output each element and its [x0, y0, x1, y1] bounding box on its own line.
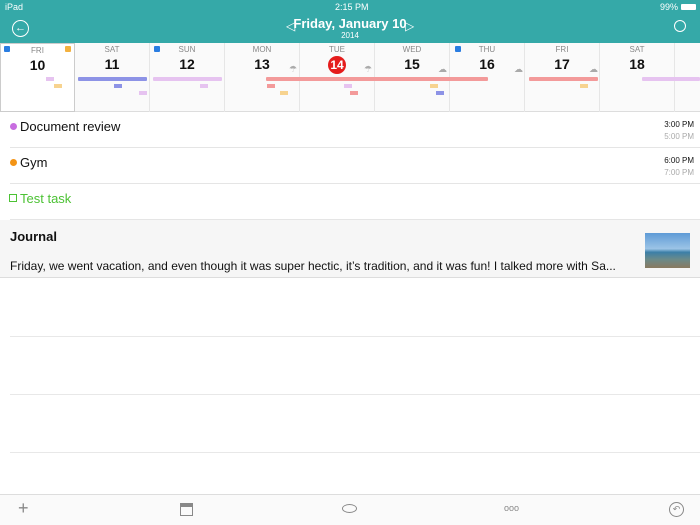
event-chip: [267, 84, 275, 88]
day-number: 11: [104, 56, 120, 72]
calendar-marker-icon: [154, 46, 160, 52]
calendar-marker-icon: [455, 46, 461, 52]
day-name: TUE: [329, 45, 345, 54]
event-title: Gym: [20, 155, 48, 170]
event-chip: [200, 84, 208, 88]
task-title: Test task: [20, 191, 72, 206]
day-name: WED: [402, 45, 422, 54]
event-chip: [280, 91, 288, 95]
next-day-icon[interactable]: ▷: [405, 19, 414, 33]
weather-rain-icon: ☂: [289, 64, 298, 74]
battery-label: 99%: [659, 2, 678, 12]
search-icon[interactable]: [674, 20, 686, 32]
weather-rain-icon: ☂: [364, 64, 373, 74]
eye-icon[interactable]: [342, 504, 357, 513]
calendar-marker-icon: [4, 46, 10, 52]
clock: 2:15 PM: [335, 2, 369, 12]
journal-text: Friday, we went vacation, and even thoug…: [10, 259, 616, 273]
day-number: 17: [554, 56, 570, 72]
divider: [10, 394, 700, 395]
day-name: FRI: [31, 46, 44, 55]
day-name: SAT: [629, 45, 645, 54]
event-title: Document review: [20, 119, 121, 134]
event-color-dot: [10, 123, 17, 130]
event-start: 6:00 PM: [664, 156, 694, 165]
task-row[interactable]: Test task: [9, 184, 700, 220]
today-badge: 14: [328, 56, 346, 74]
journal-entry[interactable]: Journal Friday, we went vacation, and ev…: [0, 220, 700, 278]
event-bar: [153, 77, 222, 81]
event-chip: [54, 84, 62, 88]
weather-cloud-icon: ☁: [514, 64, 523, 74]
weather-cloud-icon: ☁: [589, 64, 598, 74]
event-chip: [436, 91, 444, 95]
journal-photo[interactable]: [645, 233, 690, 268]
calendar-marker-icon: [65, 46, 71, 52]
event-color-dot: [10, 159, 17, 166]
day-name: SUN: [178, 45, 196, 54]
weather-cloud-icon: ☁: [438, 64, 447, 74]
page-title: Friday, January 10: [293, 16, 407, 31]
day-number: 18: [629, 56, 645, 72]
divider: [10, 452, 700, 453]
day-name: MON: [252, 45, 272, 54]
event-chip: [580, 84, 588, 88]
undo-icon[interactable]: ↶: [669, 502, 684, 517]
day-fri-10[interactable]: FRI 10: [0, 43, 75, 112]
event-chip: [350, 91, 358, 95]
bottom-toolbar: + ooo ↶: [0, 494, 700, 525]
event-bar: [642, 77, 700, 81]
event-chip: [46, 77, 54, 81]
day-number: 10: [29, 57, 46, 73]
event-chip: [430, 84, 438, 88]
device-label: iPad: [5, 2, 24, 12]
event-bar: [529, 77, 598, 81]
event-bar: [78, 77, 147, 81]
add-icon[interactable]: +: [18, 498, 29, 519]
event-row[interactable]: Document review 3:00 PM 5:00 PM: [10, 112, 700, 148]
divider: [10, 336, 700, 337]
day-number: 13: [254, 56, 270, 72]
day-number: 16: [479, 56, 495, 72]
event-start: 3:00 PM: [664, 120, 694, 129]
event-chip: [344, 84, 352, 88]
week-strip: FRI 10 SAT 11 SUN 12 MON 13 TUE 14 WED 15 THU 1…: [0, 43, 700, 112]
more-icon[interactable]: ooo: [504, 503, 519, 513]
journal-title: Journal: [10, 229, 57, 244]
event-chip: [114, 84, 122, 88]
calendar-icon[interactable]: [180, 503, 193, 516]
day-name: THU: [478, 45, 496, 54]
battery-icon: [681, 4, 696, 10]
event-chip: [139, 91, 147, 95]
event-end: 7:00 PM: [664, 168, 694, 177]
header: iPad 2:15 PM 99% ← ◁ Friday, January 10 …: [0, 0, 700, 43]
event-end: 5:00 PM: [664, 132, 694, 141]
day-number: 12: [179, 56, 195, 72]
day-name: FRI: [555, 45, 569, 54]
task-checkbox[interactable]: [9, 194, 17, 202]
year-label: 2014: [341, 31, 359, 40]
event-row[interactable]: Gym 6:00 PM 7:00 PM: [10, 148, 700, 184]
day-name: SAT: [104, 45, 120, 54]
event-bar: [266, 77, 488, 81]
